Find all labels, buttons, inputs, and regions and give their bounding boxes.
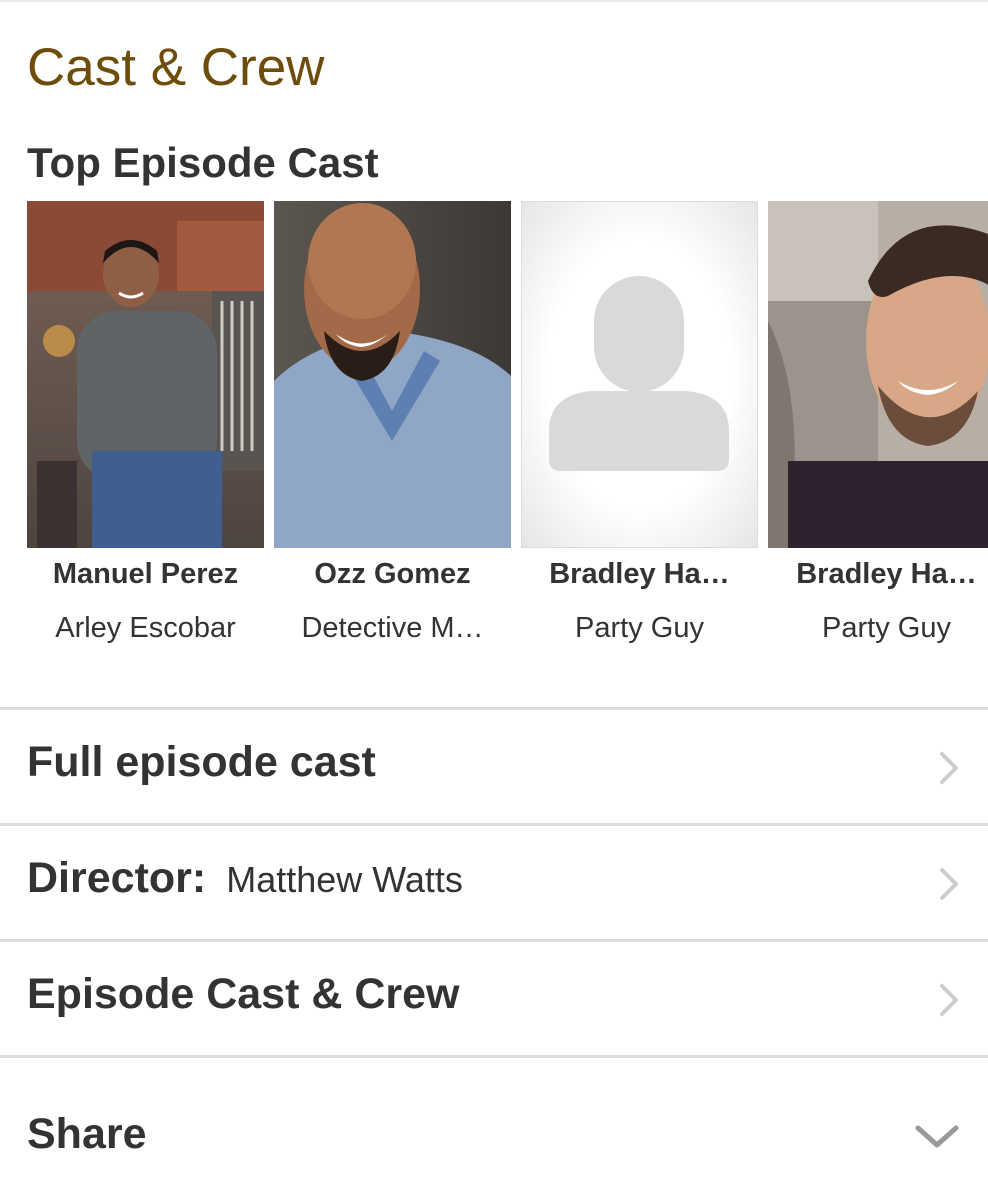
chevron-right-icon: [940, 868, 958, 900]
share-label: Share: [27, 1110, 147, 1158]
director-label-text: Director:: [27, 854, 207, 902]
cast-role: Party Guy: [575, 612, 704, 644]
cast-carousel[interactable]: Manuel Perez Arley Escobar Ozz Gomez Det…: [27, 201, 988, 661]
cast-photo[interactable]: [274, 201, 511, 548]
cast-card[interactable]: Bradley Ha… Party Guy: [768, 201, 988, 644]
cast-card[interactable]: Ozz Gomez Detective M…: [274, 201, 511, 644]
cast-card[interactable]: Manuel Perez Arley Escobar: [27, 201, 264, 644]
full-episode-cast-label: Full episode cast: [27, 738, 376, 786]
chevron-right-icon: [940, 752, 958, 784]
cast-role: Party Guy: [822, 612, 951, 644]
cast-photo[interactable]: [768, 201, 988, 548]
section-title: Cast & Crew: [27, 38, 325, 97]
top-divider: [0, 0, 988, 2]
cast-role: Arley Escobar: [55, 612, 236, 644]
top-episode-cast-heading: Top Episode Cast: [27, 139, 379, 186]
director-label: Director: Matthew Watts: [27, 854, 463, 903]
cast-name: Manuel Perez: [52, 558, 239, 590]
chevron-right-icon: [940, 984, 958, 1016]
cast-card[interactable]: Bradley Ha… Party Guy: [521, 201, 758, 644]
cast-photo[interactable]: [27, 201, 264, 548]
full-episode-cast-row[interactable]: Full episode cast: [0, 707, 988, 822]
cast-name: Bradley Ha…: [549, 558, 730, 590]
director-name: Matthew Watts: [226, 859, 463, 900]
episode-cast-crew-row[interactable]: Episode Cast & Crew: [0, 939, 988, 1054]
cast-name: Bradley Ha…: [796, 558, 977, 590]
share-row[interactable]: Share: [0, 1055, 988, 1200]
cast-role: Detective M…: [301, 612, 484, 644]
cast-name: Ozz Gomez: [314, 558, 471, 590]
episode-cast-crew-label: Episode Cast & Crew: [27, 970, 460, 1018]
placeholder-avatar[interactable]: [521, 201, 758, 548]
director-row[interactable]: Director: Matthew Watts: [0, 823, 988, 938]
chevron-down-icon: [915, 1125, 959, 1148]
